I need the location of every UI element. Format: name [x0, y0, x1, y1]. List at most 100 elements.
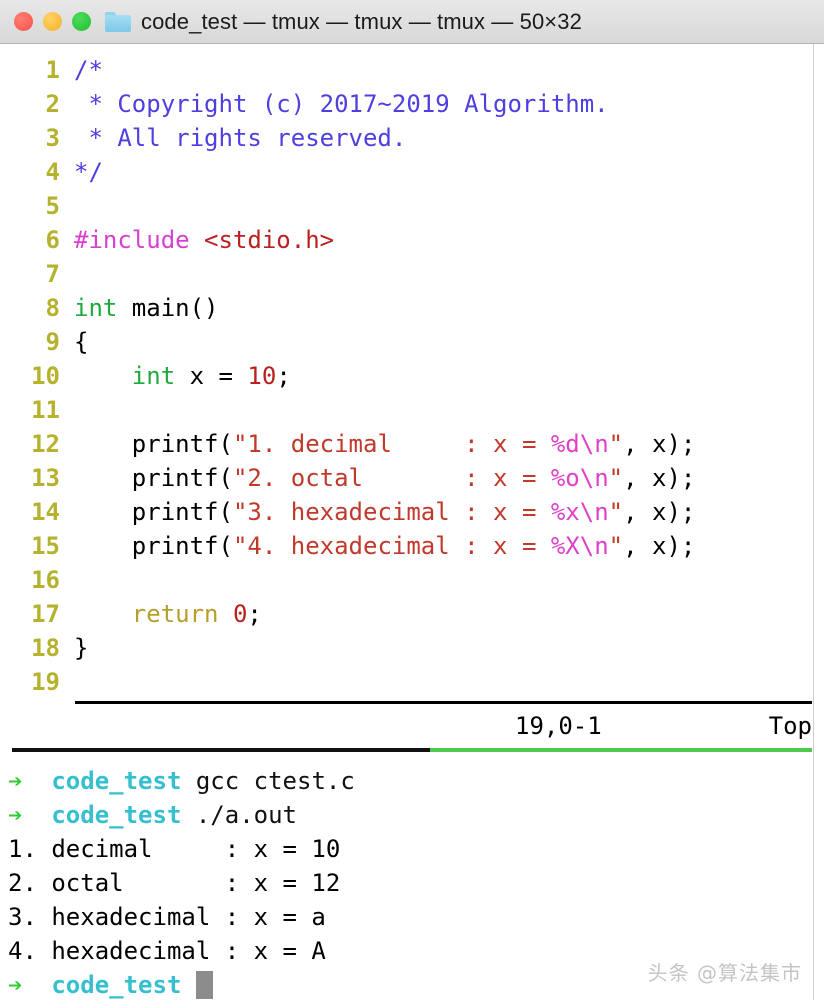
code-token: , x);	[623, 498, 696, 526]
code-text: {	[60, 325, 88, 359]
code-token: , x);	[623, 464, 696, 492]
code-text: */	[60, 155, 103, 189]
code-text: int x = 10;	[60, 359, 291, 393]
code-token: %x\n	[550, 498, 609, 526]
code-token: main()	[117, 294, 219, 322]
code-text: #include <stdio.h>	[60, 223, 334, 257]
vim-status-line: 19,0-1 Top	[0, 704, 824, 748]
code-text: printf("2. octal : x = %o\n", x);	[60, 461, 696, 495]
code-token: %d\n	[550, 430, 609, 458]
window-title: code_test — tmux — tmux — tmux — 50×32	[141, 8, 582, 34]
code-line[interactable]: 4 */	[0, 155, 824, 189]
terminal-output-line: 2. octal : x = 12	[8, 869, 341, 897]
terminal-cursor	[195, 971, 213, 999]
code-token: */	[74, 158, 103, 186]
code-line[interactable]: 15 printf("4. hexadecimal : x = %X\n", x…	[0, 529, 824, 563]
code-text: printf("3. hexadecimal : x = %x\n", x);	[60, 495, 696, 529]
line-number: 12	[31, 430, 60, 458]
terminal-output-line: 3. hexadecimal : x = a	[8, 903, 326, 931]
code-token: "	[608, 430, 624, 458]
code-line[interactable]: 18}	[0, 631, 824, 665]
line-number: 1	[45, 56, 60, 84]
code-line[interactable]: 8 int main()	[0, 291, 824, 325]
maximize-button[interactable]	[72, 12, 91, 31]
code-token: ;	[276, 362, 291, 390]
code-line[interactable]: 3 * All rights reserved.	[0, 121, 824, 155]
code-token: "1. decimal : x =	[232, 430, 551, 458]
code-token: "	[608, 532, 624, 560]
minimize-button[interactable]	[43, 12, 62, 31]
terminal-command	[181, 971, 195, 999]
code-token: printf(	[74, 532, 233, 560]
code-line[interactable]: 19	[0, 665, 824, 699]
title-bar[interactable]: code_test — tmux — tmux — tmux — 50×32	[0, 0, 824, 44]
prompt-arrow-icon: ➔	[8, 801, 23, 829]
code-token: x =	[175, 362, 248, 390]
code-token: ;	[247, 600, 262, 628]
line-number: 5	[45, 192, 60, 220]
code-text: printf("4. hexadecimal : x = %X\n", x);	[60, 529, 696, 563]
code-token: "	[608, 464, 624, 492]
code-token: "	[608, 498, 624, 526]
code-line[interactable]: 2 * Copyright (c) 2017~2019 Algorithm.	[0, 87, 824, 121]
code-text: * All rights reserved.	[60, 121, 406, 155]
code-token: 10	[247, 362, 277, 390]
code-token: "3. hexadecimal : x =	[232, 498, 551, 526]
code-token: , x);	[623, 430, 696, 458]
code-line[interactable]: 13 printf("2. octal : x = %o\n", x);	[0, 461, 824, 495]
line-number: 17	[31, 600, 60, 628]
code-line[interactable]: 5	[0, 189, 824, 223]
code-line[interactable]: 1 /*	[0, 53, 824, 87]
split-active-segment	[430, 748, 812, 752]
code-token: %X\n	[550, 532, 609, 560]
line-number: 3	[45, 124, 60, 152]
line-number: 11	[31, 396, 60, 424]
code-token: printf(	[74, 464, 233, 492]
code-token: 0	[232, 600, 248, 628]
prompt-cwd: code_test	[51, 971, 182, 999]
code-token: , x);	[623, 532, 696, 560]
code-token: <stdio.h>	[204, 226, 335, 254]
line-number: 18	[31, 634, 60, 662]
terminal-prompt-line: ➔ code_test gcc ctest.c	[0, 764, 824, 798]
code-line[interactable]: 17 return 0;	[0, 597, 824, 631]
code-token: #include	[74, 226, 205, 254]
split-inactive-segment	[12, 748, 430, 752]
code-token: int	[131, 362, 176, 390]
line-number: 13	[31, 464, 60, 492]
prompt-arrow-icon: ➔	[8, 767, 23, 795]
terminal-output-line: 1. decimal : x = 10	[8, 835, 341, 863]
code-token: "4. hexadecimal : x =	[232, 532, 551, 560]
code-token: "2. octal : x =	[232, 464, 551, 492]
code-line[interactable]: 11	[0, 393, 824, 427]
terminal-window: code_test — tmux — tmux — tmux — 50×32 1…	[0, 0, 824, 1000]
close-button[interactable]	[14, 12, 33, 31]
line-number: 19	[31, 668, 60, 696]
pane-split-divider[interactable]	[12, 748, 812, 752]
code-line[interactable]: 7	[0, 257, 824, 291]
terminal-command: ./a.out	[181, 801, 297, 829]
code-line[interactable]: 10 int x = 10;	[0, 359, 824, 393]
code-line[interactable]: 16	[0, 563, 824, 597]
code-line[interactable]: 12 printf("1. decimal : x = %d\n", x);	[0, 427, 824, 461]
editor-pane[interactable]: 1 /* 2 * Copyright (c) 2017~2019 Algorithm…	[0, 44, 824, 752]
watermark: 头条 @算法集市	[647, 961, 802, 985]
line-number: 2	[45, 90, 60, 118]
code-token: printf(	[74, 430, 233, 458]
line-number: 6	[45, 226, 60, 254]
prompt-cwd: code_test	[51, 801, 182, 829]
line-number: 14	[31, 498, 60, 526]
code-token: /*	[74, 56, 103, 84]
code-line[interactable]: 9{	[0, 325, 824, 359]
code-line[interactable]: 6 #include <stdio.h>	[0, 223, 824, 257]
code-text: * Copyright (c) 2017~2019 Algorithm.	[60, 87, 609, 121]
code-text: int main()	[60, 291, 219, 325]
scroll-indicator: Top	[768, 712, 812, 740]
code-token: int	[74, 294, 118, 322]
line-number: 9	[45, 328, 60, 356]
cursor-position: 19,0-1	[515, 712, 602, 740]
code-token: * Copyright (c) 2017~2019 Algorithm.	[74, 90, 609, 118]
code-line[interactable]: 14 printf("3. hexadecimal : x = %x\n", x…	[0, 495, 824, 529]
line-number: 4	[45, 158, 60, 186]
